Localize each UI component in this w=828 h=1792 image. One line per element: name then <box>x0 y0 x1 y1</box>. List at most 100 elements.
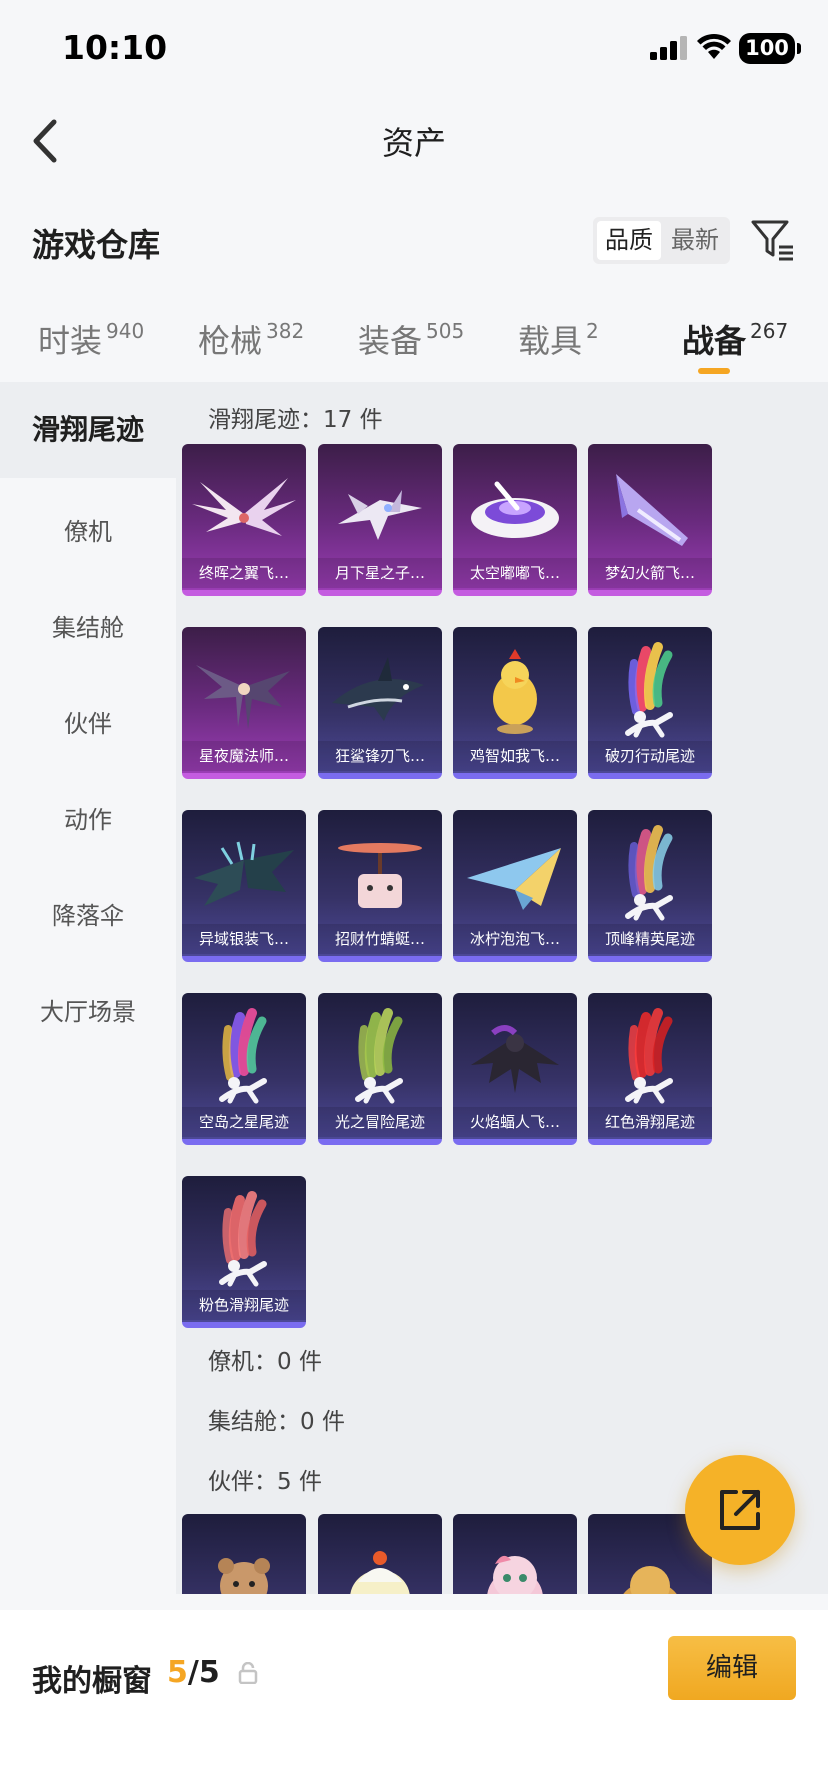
share-icon <box>720 1490 760 1530</box>
item-card[interactable]: 狂鲨锋刃飞… <box>318 627 442 779</box>
copter-icon <box>338 843 422 908</box>
group-label-rally-pod: 集结舱：0 件 <box>208 1409 345 1435</box>
sidebar: 滑翔尾迹 僚机 集结舱 伙伴 动作 降落伞 大厅场景 <box>0 382 176 1610</box>
item-name: 终晖之翼飞… <box>182 558 306 588</box>
bear-partner-icon <box>218 1558 270 1594</box>
item-list: 滑翔尾迹：17 件 终晖之翼飞… 月下星之子… 太空嘟嘟飞… 梦幻火箭飞… 星夜魔法师…… <box>176 382 828 1594</box>
batman-icon <box>471 1025 559 1093</box>
saucer-icon <box>471 481 559 538</box>
item-card[interactable]: 红色滑翔尾迹 <box>588 993 712 1145</box>
sort-quality-button[interactable]: 品质 <box>597 221 661 260</box>
chicken-icon <box>493 649 537 734</box>
item-card[interactable]: 冰柠泡泡飞… <box>453 810 577 962</box>
active-tab-indicator <box>698 368 730 374</box>
sort-toggle: 品质 最新 <box>593 217 730 264</box>
smoke-trail-icon <box>219 1191 267 1287</box>
sidebar-item-emote[interactable]: 动作 <box>0 800 176 835</box>
item-name: 冰柠泡泡飞… <box>453 924 577 954</box>
sidebar-item-rally-pod[interactable]: 集结舱 <box>0 608 176 643</box>
showcase-label: 我的橱窗 <box>32 1664 152 1699</box>
sidebar-item-parachute[interactable]: 降落伞 <box>0 896 176 931</box>
partner-card[interactable] <box>318 1514 442 1594</box>
tab-label: 战备 <box>682 322 747 360</box>
item-name: 破刃行动尾迹 <box>588 741 712 771</box>
item-name: 月下星之子… <box>318 558 442 588</box>
item-name: 顶峰精英尾迹 <box>588 924 712 954</box>
item-card[interactable]: 破刃行动尾迹 <box>588 627 712 779</box>
sidebar-item-wingman[interactable]: 僚机 <box>0 512 176 547</box>
tab-count: 940 <box>106 319 145 343</box>
smoke-trail-icon <box>355 1008 403 1104</box>
smoke-trail-icon <box>625 642 673 738</box>
item-card[interactable]: 太空嘟嘟飞… <box>453 444 577 596</box>
tab-label: 装备 <box>358 322 423 360</box>
status-time: 10:10 <box>62 28 168 67</box>
item-name: 鸡智如我飞… <box>453 741 577 771</box>
item-name: 红色滑翔尾迹 <box>588 1107 712 1137</box>
tab-guns[interactable]: 枪械 382 <box>198 316 304 362</box>
item-card[interactable]: 终晖之翼飞… <box>182 444 306 596</box>
wifi-icon <box>697 33 731 59</box>
item-card[interactable]: 空岛之星尾迹 <box>182 993 306 1145</box>
item-card[interactable]: 异域银装飞… <box>182 810 306 962</box>
warehouse-title: 游戏仓库 <box>32 226 161 264</box>
sidebar-item-partner[interactable]: 伙伴 <box>0 704 176 739</box>
item-name: 狂鲨锋刃飞… <box>318 741 442 771</box>
cellular-signal-icon <box>650 36 687 60</box>
sidebar-item-glide-trail[interactable]: 滑翔尾迹 <box>0 382 176 478</box>
item-card[interactable]: 光之冒险尾迹 <box>318 993 442 1145</box>
item-card[interactable]: 顶峰精英尾迹 <box>588 810 712 962</box>
smoke-trail-icon <box>625 825 673 921</box>
item-name: 梦幻火箭飞… <box>588 558 712 588</box>
rocket-glider-icon <box>616 474 688 546</box>
bottom-bar: 我的橱窗 5/5 编辑 <box>0 1610 828 1792</box>
tab-equipment[interactable]: 装备 505 <box>358 316 464 362</box>
sort-newest-button[interactable]: 最新 <box>663 217 727 264</box>
partner-card[interactable] <box>182 1514 306 1594</box>
item-name: 空岛之星尾迹 <box>182 1107 306 1137</box>
tab-combat-gear[interactable]: 战备 267 <box>682 316 788 362</box>
dark-wings-icon <box>196 665 290 729</box>
tab-fashion[interactable]: 时装 940 <box>38 316 144 362</box>
chick-partner-icon <box>350 1551 410 1594</box>
item-card[interactable]: 粉色滑翔尾迹 <box>182 1176 306 1328</box>
group-label-partner: 伙伴：5 件 <box>208 1469 322 1495</box>
jet-icon <box>338 490 422 540</box>
partner-card[interactable] <box>453 1514 577 1594</box>
tab-label: 时装 <box>38 322 103 360</box>
tab-label: 载具 <box>518 322 583 360</box>
item-grid: 终晖之翼飞… 月下星之子… 太空嘟嘟飞… 梦幻火箭飞… 星夜魔法师… 狂鲨锋刃飞… 鸡智如我… <box>176 382 828 1328</box>
pink-partner-icon <box>487 1555 543 1594</box>
tab-vehicles[interactable]: 载具 2 <box>518 316 599 362</box>
lock-icon <box>238 1662 258 1684</box>
armor-wings-icon <box>194 841 294 906</box>
showcase-used: 5 <box>167 1655 188 1690</box>
item-card[interactable]: 月下星之子… <box>318 444 442 596</box>
edit-button[interactable]: 编辑 <box>668 1636 796 1700</box>
item-name: 星夜魔法师… <box>182 741 306 771</box>
tab-count: 267 <box>750 319 789 343</box>
tab-label: 枪械 <box>198 322 263 360</box>
item-card[interactable]: 招财竹蜻蜓… <box>318 810 442 962</box>
shark-glider-icon <box>332 657 424 721</box>
item-card[interactable]: 火焰蝠人飞… <box>453 993 577 1145</box>
item-card[interactable]: 鸡智如我飞… <box>453 627 577 779</box>
item-card[interactable]: 星夜魔法师… <box>182 627 306 779</box>
tab-count: 505 <box>426 319 465 343</box>
sidebar-item-lobby-scene[interactable]: 大厅场景 <box>0 992 176 1027</box>
wings-icon <box>192 478 296 536</box>
item-card[interactable]: 梦幻火箭飞… <box>588 444 712 596</box>
item-name: 粉色滑翔尾迹 <box>182 1290 306 1320</box>
filter-icon[interactable] <box>751 219 795 261</box>
group-label-wingman: 僚机：0 件 <box>208 1349 322 1375</box>
showcase-count: 5/5 <box>167 1655 220 1690</box>
status-bar: 10:10 100 <box>0 0 828 100</box>
share-button[interactable] <box>685 1455 795 1565</box>
showcase-total: /5 <box>187 1655 220 1690</box>
item-name: 光之冒险尾迹 <box>318 1107 442 1137</box>
battery-icon: 100 <box>739 33 801 64</box>
smoke-trail-icon <box>219 1008 267 1104</box>
page-title: 资产 <box>381 124 446 162</box>
item-name: 太空嘟嘟飞… <box>453 558 577 588</box>
item-name: 火焰蝠人飞… <box>453 1107 577 1137</box>
